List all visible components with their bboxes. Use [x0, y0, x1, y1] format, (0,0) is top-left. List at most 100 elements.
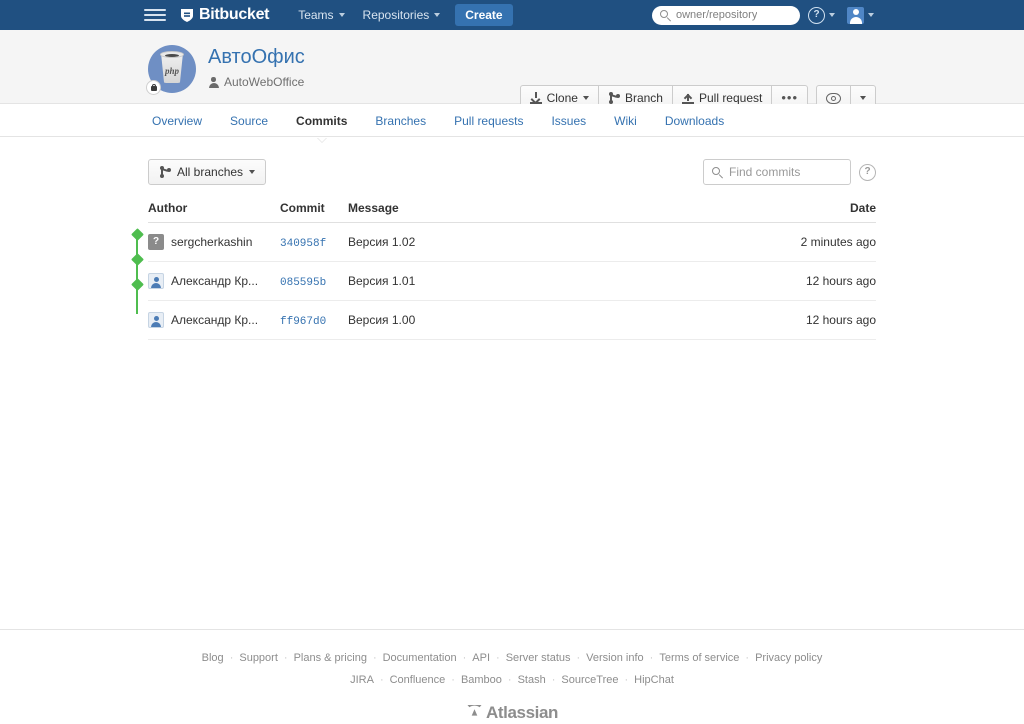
commit-hash-link[interactable]: 340958f	[280, 238, 326, 250]
eye-icon	[826, 92, 841, 104]
author-cell: Александр Кр...	[148, 273, 270, 289]
page-footer: Blog · Support · Plans & pricing · Documentati…	[0, 629, 1024, 724]
footer-link-version-info[interactable]: Version info	[582, 652, 647, 664]
footer-separator: ·	[283, 652, 288, 664]
footer-link-terms-of-service[interactable]: Terms of service	[655, 652, 743, 664]
repository-avatar[interactable]: php	[146, 45, 196, 95]
search-icon	[712, 166, 723, 178]
footer-links-primary: Blog · Support · Plans & pricing · Documentati…	[0, 652, 1024, 664]
branch-icon	[608, 92, 620, 104]
pull-request-button-label: Pull request	[698, 91, 763, 105]
tab-issues[interactable]: Issues	[537, 108, 600, 136]
tab-downloads[interactable]: Downloads	[651, 108, 738, 136]
footer-link-server-status[interactable]: Server status	[502, 652, 575, 664]
commit-graph-node	[130, 253, 144, 266]
footer-links-products: JIRA · Confluence · Bamboo · Stash · SourceTree ·…	[0, 674, 1024, 686]
atlassian-logo-icon	[466, 702, 483, 724]
commits-table: Author Commit Message Date ? sergcherkas…	[148, 201, 876, 340]
column-header-message[interactable]: Message	[348, 201, 756, 223]
cell-message: Версия 1.01	[348, 261, 756, 301]
tab-wiki[interactable]: Wiki	[600, 108, 651, 136]
table-row[interactable]: Александр Кр... ff967d0 Версия 1.00 12 h…	[148, 300, 876, 340]
repository-header: php АвтоОфис AutoWebOffice Clone Branch …	[0, 30, 1024, 111]
cell-author: ? sergcherkashin	[148, 222, 280, 262]
user-avatar-icon	[847, 6, 864, 24]
cell-commit-hash: 085595b	[280, 261, 348, 301]
footer-link-jira[interactable]: JIRA	[346, 674, 378, 686]
global-search-placeholder: owner/repository	[676, 9, 758, 21]
nav-item-teams[interactable]: Teams	[289, 0, 353, 30]
user-avatar-icon	[148, 312, 164, 328]
nav-item-repositories-label: Repositories	[362, 8, 430, 22]
commit-graph-line	[136, 234, 138, 314]
global-search-input[interactable]: owner/repository	[652, 5, 800, 25]
find-commits-input[interactable]: Find commits	[703, 159, 851, 185]
commit-hash-link[interactable]: ff967d0	[280, 316, 326, 328]
bitbucket-logo-link[interactable]: Bitbucket	[180, 6, 270, 24]
footer-link-stash[interactable]: Stash	[514, 674, 550, 686]
commits-toolbar: All branches Find commits ?	[148, 159, 876, 185]
top-nav-right-group: owner/repository ?	[652, 0, 878, 30]
chevron-down-icon	[868, 13, 874, 17]
footer-link-sourcetree[interactable]: SourceTree	[557, 674, 622, 686]
private-lock-icon	[146, 80, 161, 95]
tab-branches[interactable]: Branches	[361, 108, 440, 136]
cell-message: Версия 1.00	[348, 300, 756, 340]
branch-filter-label: All branches	[177, 165, 244, 179]
footer-link-bamboo[interactable]: Bamboo	[457, 674, 506, 686]
user-avatar-icon	[148, 273, 164, 289]
help-icon: ?	[808, 6, 825, 24]
profile-menu-button[interactable]	[843, 0, 878, 30]
unknown-user-avatar-icon: ?	[148, 234, 164, 250]
table-row[interactable]: ? sergcherkashin 340958f Версия 1.02 2 m…	[148, 222, 876, 262]
help-menu-button[interactable]: ?	[804, 0, 839, 30]
footer-link-support[interactable]: Support	[235, 652, 282, 664]
cell-date: 12 hours ago	[756, 300, 876, 340]
repository-identity: php АвтоОфис AutoWebOffice	[146, 40, 305, 95]
commit-hash-link[interactable]: 085595b	[280, 277, 326, 289]
author-cell: Александр Кр...	[148, 312, 270, 328]
commits-table-container: Author Commit Message Date ? sergcherkas…	[130, 201, 876, 340]
php-logo-label: php	[164, 66, 179, 76]
cell-date: 12 hours ago	[756, 261, 876, 301]
footer-link-blog[interactable]: Blog	[198, 652, 228, 664]
hamburger-menu-icon[interactable]	[144, 6, 166, 24]
top-nav-left-group: Bitbucket Teams Repositories Create	[144, 0, 513, 30]
footer-link-api[interactable]: API	[468, 652, 494, 664]
author-name: Александр Кр...	[171, 313, 259, 327]
table-row[interactable]: Александр Кр... 085595b Версия 1.01 12 h…	[148, 261, 876, 301]
atlassian-branding[interactable]: Atlassian	[0, 702, 1024, 724]
cell-author: Александр Кр...	[148, 300, 280, 340]
tab-pull-requests[interactable]: Pull requests	[440, 108, 537, 136]
page-title[interactable]: АвтоОфис	[208, 46, 305, 68]
footer-link-confluence[interactable]: Confluence	[386, 674, 450, 686]
download-icon	[529, 92, 542, 104]
upload-icon	[681, 92, 694, 104]
bitbucket-shield-icon	[180, 8, 194, 23]
column-header-author[interactable]: Author	[148, 201, 280, 223]
footer-separator: ·	[451, 674, 455, 686]
search-help-icon[interactable]: ?	[859, 163, 876, 181]
tab-commits[interactable]: Commits	[282, 108, 361, 136]
footer-link-hipchat[interactable]: HipChat	[630, 674, 678, 686]
chevron-down-icon	[829, 13, 835, 17]
chevron-down-icon	[860, 96, 866, 100]
cell-commit-hash: ff967d0	[280, 300, 348, 340]
column-header-commit[interactable]: Commit	[280, 201, 348, 223]
repository-tabs: Overview Source Commits Branches Pull re…	[148, 108, 1024, 136]
footer-separator: ·	[496, 652, 500, 664]
footer-link-documentation[interactable]: Documentation	[379, 652, 461, 664]
tab-overview[interactable]: Overview	[148, 108, 216, 136]
tab-source[interactable]: Source	[216, 108, 282, 136]
create-button[interactable]: Create	[455, 4, 513, 26]
nav-item-repositories[interactable]: Repositories	[354, 0, 450, 30]
branch-icon	[159, 166, 171, 178]
cell-author: Александр Кр...	[148, 261, 280, 301]
footer-link-privacy-policy[interactable]: Privacy policy	[751, 652, 826, 664]
repository-owner-name[interactable]: AutoWebOffice	[224, 75, 304, 89]
footer-separator: ·	[379, 674, 384, 686]
column-header-date[interactable]: Date	[756, 201, 876, 223]
branch-filter-dropdown[interactable]: All branches	[148, 159, 267, 185]
footer-link-plans-pricing[interactable]: Plans & pricing	[290, 652, 371, 664]
chevron-down-icon	[582, 96, 589, 100]
